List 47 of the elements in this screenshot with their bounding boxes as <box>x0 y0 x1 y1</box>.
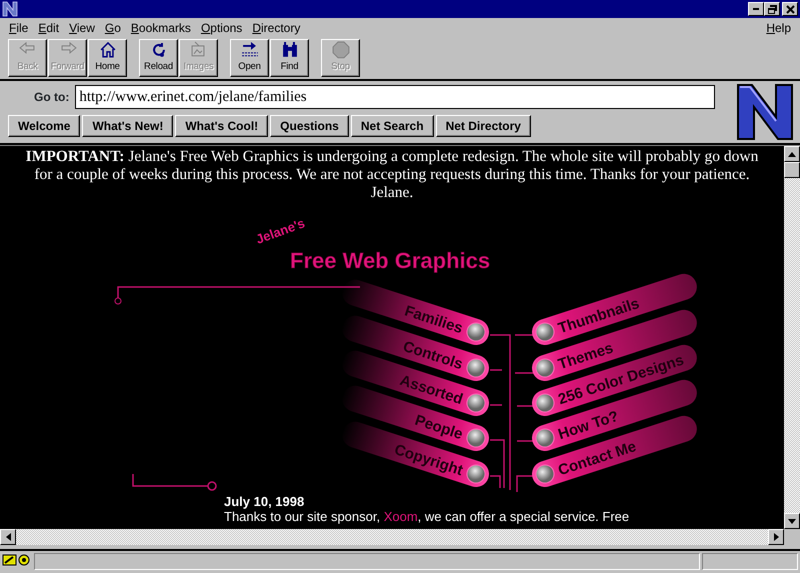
news-text: Thanks to our site sponsor, Xoom, we can offer a special service. Free <box>224 509 630 524</box>
location-label: Go to: <box>34 89 70 106</box>
browser-logo-icon <box>2 1 18 17</box>
scroll-up-button[interactable] <box>784 146 800 162</box>
house-icon <box>98 40 118 60</box>
news-date: July 10, 1998 <box>224 494 306 509</box>
restore-button[interactable] <box>764 2 780 16</box>
directory-button[interactable]: What's New! <box>82 115 174 137</box>
menu-item[interactable]: File <box>4 18 34 36</box>
browser-logo-icon <box>736 83 794 141</box>
horizontal-scrollbar[interactable] <box>0 529 784 545</box>
toolbar-button[interactable]: Home <box>88 39 127 77</box>
scroll-down-button[interactable] <box>784 513 800 529</box>
toolbar-button[interactable]: Find <box>270 39 309 77</box>
directory-button[interactable]: Welcome <box>8 115 80 137</box>
minimize-button[interactable] <box>748 2 764 16</box>
directory-button[interactable]: Net Directory <box>436 115 531 137</box>
octagon-icon <box>330 40 350 60</box>
menu-item[interactable]: Edit <box>33 18 64 36</box>
menu-item[interactable]: Help <box>761 18 796 36</box>
scroll-thumb[interactable] <box>784 162 800 178</box>
close-icon <box>786 4 794 14</box>
down-arrow-icon <box>788 518 796 524</box>
menu-item[interactable]: Go <box>100 18 126 36</box>
scroll-right-button[interactable] <box>768 529 784 545</box>
sponsor-link[interactable]: Xoom <box>384 509 418 524</box>
directory-button[interactable]: Questions <box>270 115 349 137</box>
menu-item[interactable]: Bookmarks <box>126 18 196 36</box>
vertical-scrollbar[interactable] <box>784 146 800 529</box>
restore-icon <box>768 4 776 14</box>
notice-text: IMPORTANT: Jelane's Free Web Graphics is undergoing a complete redesign. The whole site will probably go down for a couple of weeks during this process. We are not accepting requests during this time. Thanks for your patience. Jelane. <box>24 147 760 202</box>
right-arrow-icon <box>774 533 778 541</box>
security-key-icon <box>2 553 32 567</box>
left-arrow-icon <box>6 533 10 541</box>
minimize-icon <box>753 8 759 10</box>
up-arrow-icon <box>788 152 796 156</box>
directory-button[interactable]: Net Search <box>350 115 434 137</box>
scroll-left-button[interactable] <box>0 529 16 545</box>
menu-item[interactable]: Directory <box>247 18 306 36</box>
toolbar-button[interactable]: Open <box>230 39 269 77</box>
menu-item[interactable]: View <box>64 18 100 36</box>
directory-button[interactable]: What's Cool! <box>175 115 268 137</box>
location-field[interactable]: http://www.erinet.com/jelane/families <box>75 85 716 109</box>
toolbar-button[interactable]: Reload <box>139 39 178 77</box>
logo-title: Free Web Graphics <box>290 248 490 273</box>
close-button[interactable] <box>782 2 798 16</box>
menu-item[interactable]: Options <box>196 18 248 36</box>
